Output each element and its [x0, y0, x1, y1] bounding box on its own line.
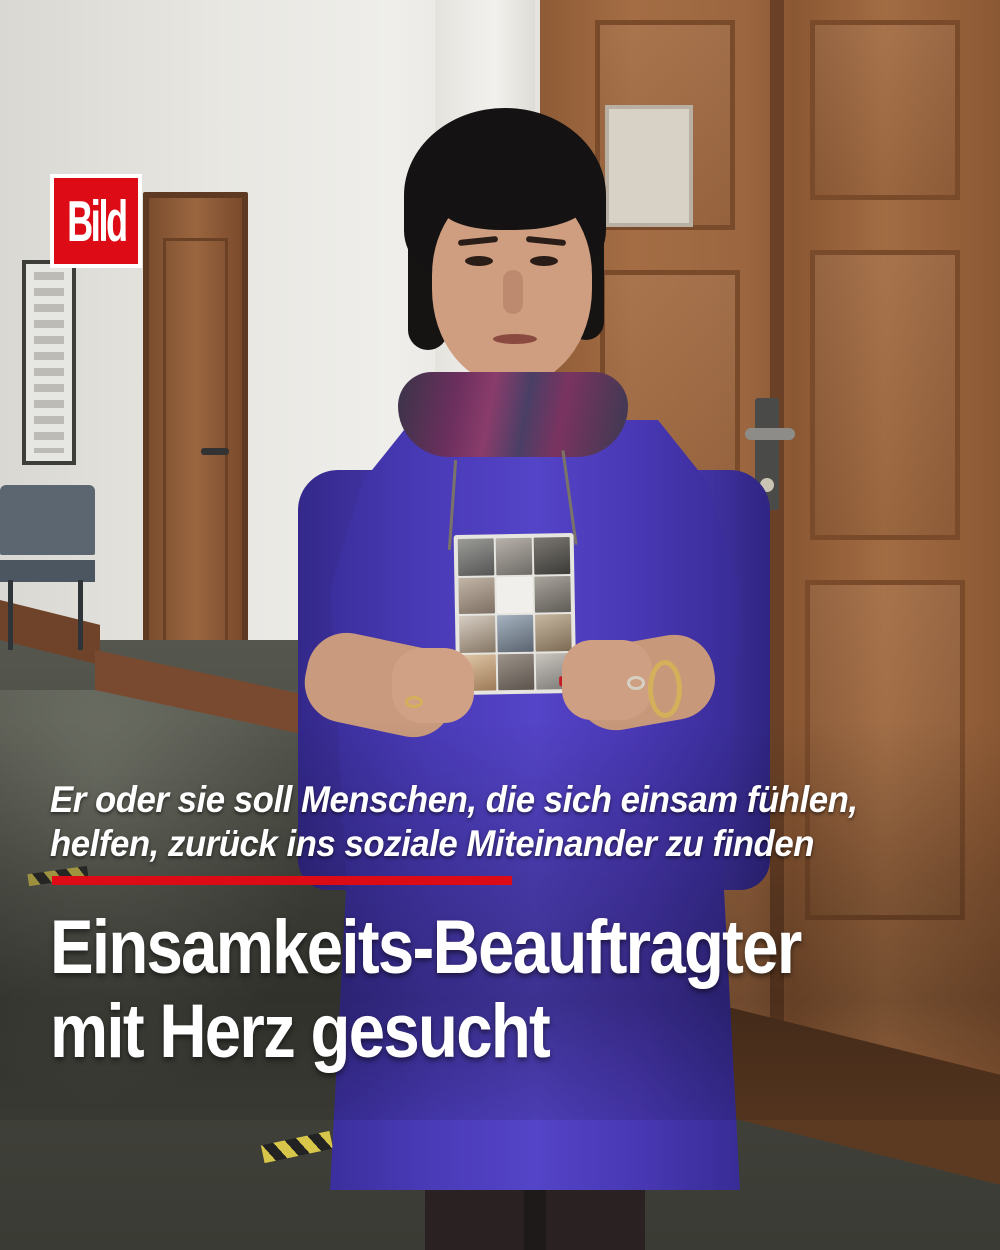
bild-logo: Bild [50, 174, 142, 268]
kicker-line-2: helfen, zurück ins soziale Miteinander z… [50, 823, 814, 864]
headline-line-1: Einsamkeits-Beauftragter [50, 905, 802, 990]
red-divider [52, 876, 512, 885]
bild-logo-text: Bild [66, 188, 128, 254]
kicker-text: Er oder sie soll Menschen, die sich eins… [50, 778, 980, 866]
kicker-line-1: Er oder sie soll Menschen, die sich eins… [50, 779, 858, 820]
headline: Einsamkeits-Beauftragter mit Herz gesuch… [50, 906, 990, 1074]
gold-bangle [648, 660, 682, 718]
photo-post: Bild Er oder sie soll Menschen, die sich… [0, 0, 1000, 1250]
headline-line-2: mit Herz gesucht [50, 989, 551, 1074]
silk-scarf [398, 372, 628, 457]
left-hand [392, 648, 474, 723]
